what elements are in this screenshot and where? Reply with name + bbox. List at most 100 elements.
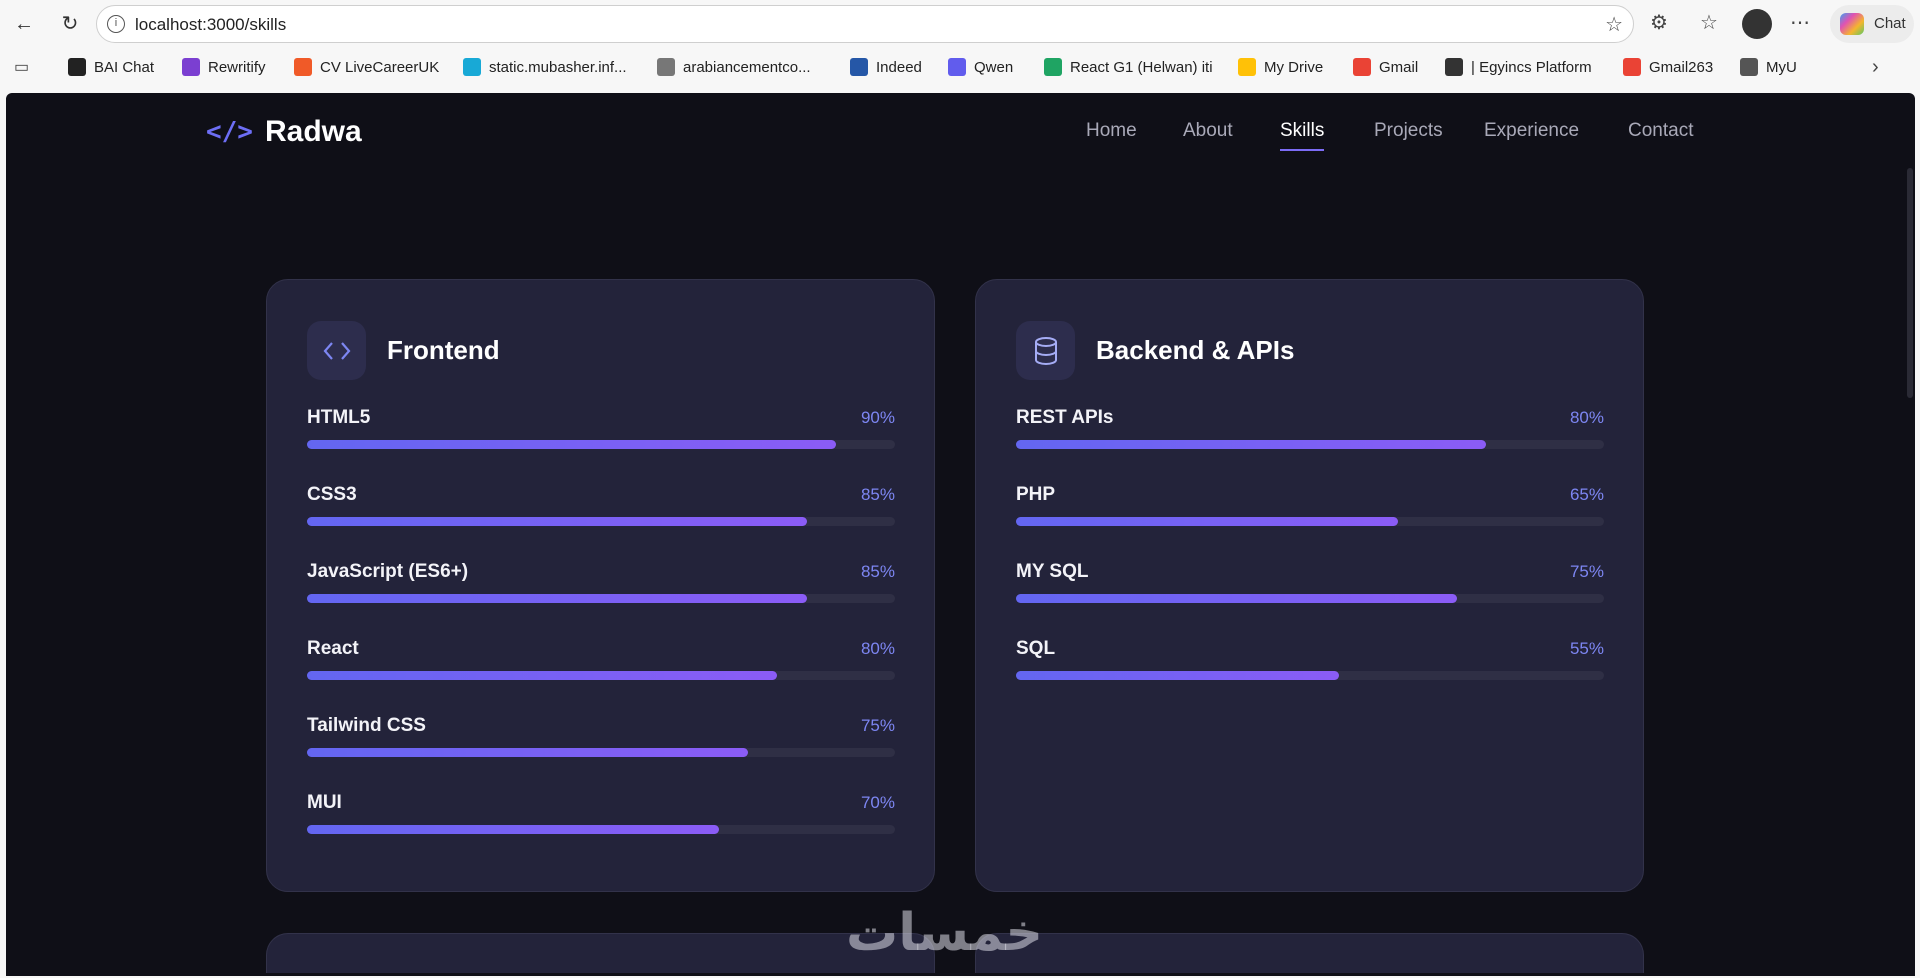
skill-percent: 90% (860, 408, 895, 427)
tab-actions-icon[interactable]: ▭ (14, 57, 29, 77)
skill-progress-track (1016, 517, 1604, 526)
nav-link-contact[interactable]: Contact (1628, 120, 1693, 142)
skill-progress-fill (307, 748, 748, 757)
bookmark-label: My Drive (1264, 58, 1324, 76)
skill-progress-fill (307, 517, 807, 526)
back-icon[interactable]: ← (10, 10, 38, 38)
bookmark-item[interactable]: Gmail (1353, 58, 1418, 76)
skill-percent: 75% (860, 716, 895, 735)
watermark-logo: خمسات (846, 903, 1044, 963)
nav-link-experience[interactable]: Experience (1484, 120, 1579, 142)
bookmark-label: static.mubasher.inf... (489, 58, 627, 76)
address-bar[interactable]: i localhost:3000/skills ☆ (96, 5, 1634, 43)
more-icon[interactable]: ⋯ (1790, 10, 1810, 35)
skill-name: SQL (1016, 638, 1056, 659)
card-title: Backend & APIs (1096, 335, 1295, 365)
bookmark-favicon-icon (294, 58, 312, 76)
nav-link-about[interactable]: About (1183, 120, 1233, 142)
skill-progress-track (307, 517, 895, 526)
bookmark-item[interactable]: MyU (1740, 58, 1797, 76)
bookmark-item[interactable]: React G1 (Helwan) iti (1044, 58, 1213, 76)
url-text[interactable]: localhost:3000/skills (135, 15, 286, 35)
bookmark-item[interactable]: | Egyincs Platform (1445, 58, 1592, 76)
bookmark-label: Rewritify (208, 58, 266, 76)
nav-link-home[interactable]: Home (1086, 120, 1137, 142)
skill-progress-track (1016, 594, 1604, 603)
bookmark-favicon-icon (1740, 58, 1758, 76)
card-title: Frontend (387, 335, 500, 365)
copilot-chat-button[interactable]: Chat (1830, 5, 1914, 43)
bookmarks-more-chevron-icon[interactable]: › (1872, 56, 1879, 79)
bookmark-item[interactable]: Gmail263 (1623, 58, 1713, 76)
database-icon (1016, 321, 1075, 380)
bookmark-item[interactable]: BAI Chat (68, 58, 154, 76)
skill-percent: 85% (860, 485, 895, 504)
bookmark-favicon-icon (182, 58, 200, 76)
skill-progress-track (307, 671, 895, 680)
skill-progress-track (307, 748, 895, 757)
bookmark-item[interactable]: arabiancementco... (657, 58, 811, 76)
code-icon (307, 321, 366, 380)
skill-card-frontend: Frontend HTML5 90% CSS3 85% JavaScript (… (266, 279, 935, 892)
bookmark-favicon-icon (1623, 58, 1641, 76)
bookmark-item[interactable]: My Drive (1238, 58, 1323, 76)
skill-name: Tailwind CSS (307, 715, 426, 736)
bookmark-favicon-icon (1044, 58, 1062, 76)
reload-icon[interactable]: ↻ (56, 10, 84, 38)
bookmark-favicon-icon (1238, 58, 1256, 76)
bookmark-item[interactable]: Indeed (850, 58, 922, 76)
skill-progress-fill (307, 440, 837, 449)
skill-progress-track (307, 440, 895, 449)
scrollbar[interactable] (1907, 168, 1913, 398)
skill-row: HTML5 90% (307, 407, 895, 457)
skill-row: PHP 65% (1016, 484, 1604, 534)
skill-progress-fill (1016, 671, 1340, 680)
favorite-star-icon[interactable]: ☆ (1605, 12, 1623, 37)
favorites-icon[interactable]: ☆ (1700, 10, 1718, 35)
skill-card-partial (975, 933, 1644, 973)
skill-row: REST APIs 80% (1016, 407, 1604, 457)
browser-chrome: ← ↻ i localhost:3000/skills ☆ ⚙ ☆ ⋯ Chat… (0, 0, 1920, 93)
bookmark-label: BAI Chat (94, 58, 155, 76)
skill-percent: 55% (1569, 639, 1604, 658)
extensions-icon[interactable]: ⚙ (1650, 10, 1668, 35)
skill-progress-fill (1016, 440, 1487, 449)
skill-name: JavaScript (ES6+) (307, 561, 469, 582)
bookmark-item[interactable]: Rewritify (182, 58, 266, 76)
skill-name: MUI (307, 792, 342, 813)
bookmark-favicon-icon (463, 58, 481, 76)
code-logo-icon: </> (206, 117, 253, 147)
profile-avatar[interactable] (1742, 9, 1772, 39)
bookmark-item[interactable]: static.mubasher.inf... (463, 58, 627, 76)
skill-name: REST APIs (1016, 407, 1114, 428)
skill-percent: 85% (860, 562, 895, 581)
skill-name: React (307, 638, 359, 659)
skill-progress-track (307, 825, 895, 834)
bookmark-item[interactable]: Qwen (948, 58, 1013, 76)
skill-percent: 80% (860, 639, 895, 658)
bookmark-favicon-icon (657, 58, 675, 76)
bookmark-label: MyU (1766, 58, 1797, 76)
skill-row: CSS3 85% (307, 484, 895, 534)
skill-progress-track (307, 594, 895, 603)
skill-row: MY SQL 75% (1016, 561, 1604, 611)
bookmark-label: Qwen (974, 58, 1014, 76)
info-icon[interactable]: i (107, 15, 125, 33)
skill-row: MUI 70% (307, 792, 895, 842)
skill-percent: 80% (1569, 408, 1604, 427)
skill-progress-fill (1016, 517, 1399, 526)
bookmark-item[interactable]: CV LiveCareerUK (294, 58, 439, 76)
site-logo[interactable]: </> Radwa (206, 115, 362, 149)
skill-progress-fill (307, 825, 719, 834)
bookmark-favicon-icon (68, 58, 86, 76)
skill-row: React 80% (307, 638, 895, 688)
bookmark-favicon-icon (1353, 58, 1371, 76)
website-viewport: </> Radwa Home About Skills Projects Experie… (6, 93, 1915, 976)
skill-name: PHP (1016, 484, 1056, 505)
nav-link-projects[interactable]: Projects (1374, 120, 1443, 142)
skill-card-backend-apis: Backend & APIs REST APIs 80% PHP 65% MY … (975, 279, 1644, 892)
nav-link-skills[interactable]: Skills (1280, 120, 1325, 151)
bookmark-label: Indeed (876, 58, 922, 76)
skill-row: SQL 55% (1016, 638, 1604, 688)
skill-percent: 65% (1569, 485, 1604, 504)
